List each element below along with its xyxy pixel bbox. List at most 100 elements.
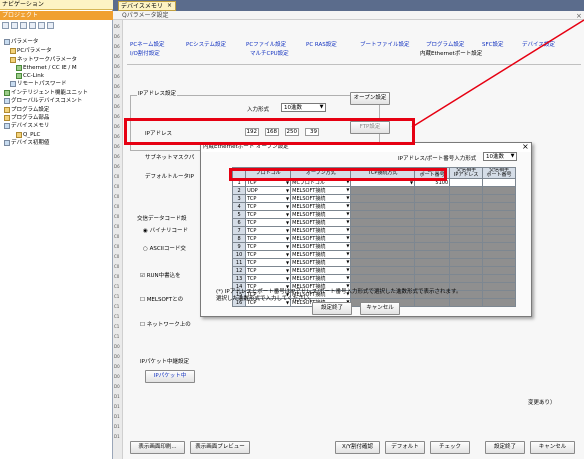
tree-item[interactable]: デバイスメモリ (4, 122, 49, 130)
tab-sfc[interactable]: SFC設定 (482, 40, 504, 48)
tab-device[interactable]: デバイス設定 (522, 40, 555, 48)
tree-item[interactable]: デバイス初期値 (4, 139, 49, 147)
melsoft-checkbox[interactable]: ☐ MELSOFTとの (140, 295, 183, 303)
tcp-method-select[interactable] (350, 242, 416, 251)
preview-button[interactable]: 表示画面プレビュー (190, 441, 250, 454)
local-port-field[interactable] (414, 266, 451, 275)
protocol-select[interactable]: TCP ▼ (245, 202, 292, 211)
tcp-method-select[interactable] (350, 234, 416, 243)
local-port-field[interactable] (414, 242, 451, 251)
tree-item[interactable]: プログラム部品 (4, 114, 49, 122)
tree-item[interactable]: パラメータ (4, 38, 38, 46)
ascii-radio[interactable]: ○ ASCIIコード交 (143, 244, 186, 252)
nav-tool-icon[interactable] (2, 22, 9, 29)
protocol-select[interactable]: TCP ▼ (245, 218, 292, 227)
tree-item[interactable]: リモートパスワード (10, 80, 67, 88)
tab-multi-cpu[interactable]: マルチCPU設定 (250, 49, 289, 57)
tree-item[interactable]: プログラム設定 (4, 106, 49, 114)
open-method-select[interactable]: MELSOFT接続 ▼ (290, 250, 352, 259)
open-method-select[interactable]: MELSOFT接続 ▼ (290, 242, 352, 251)
tree-item[interactable]: Ethernet / CC IE / M (16, 64, 77, 72)
default-button[interactable]: デフォルト (385, 441, 425, 454)
tcp-method-select[interactable] (350, 202, 416, 211)
tcp-method-select[interactable] (350, 266, 416, 275)
xy-check-button[interactable]: X/Y割付確認 (335, 441, 380, 454)
finish-button[interactable]: 設定終了 (485, 441, 525, 454)
tree-item[interactable]: PCパラメータ (10, 47, 52, 55)
open-method-select[interactable]: MELSOFT接続 ▼ (290, 274, 352, 283)
tab-program[interactable]: プログラム設定 (426, 40, 464, 48)
protocol-select[interactable]: TCP ▼ (245, 250, 292, 259)
protocol-select[interactable]: TCP ▼ (245, 210, 292, 219)
protocol-select[interactable]: TCP ▼ (245, 226, 292, 235)
open-method-select[interactable]: MELSOFT接続 ▼ (290, 234, 352, 243)
ip-packet-button[interactable]: IPパケット中 (145, 370, 195, 383)
local-port-field[interactable] (414, 218, 451, 227)
divider (127, 64, 581, 65)
tree-item[interactable]: Q_PLC (16, 131, 40, 139)
local-port-field[interactable] (414, 250, 451, 259)
run-write-checkbox[interactable]: ☑ RUN中書込を (140, 271, 181, 279)
open-method-select[interactable]: MELSOFT接続 ▼ (290, 202, 352, 211)
dialog-close-icon[interactable]: × (522, 142, 529, 152)
local-port-field[interactable] (414, 226, 451, 235)
dialog-input-format-select[interactable]: 10進数 ▼ (483, 152, 517, 161)
protocol-select[interactable]: TCP ▼ (245, 194, 292, 203)
open-method-select[interactable]: MELSOFT接続 ▼ (290, 226, 352, 235)
tree-item[interactable]: インテリジェント機能ユニット (4, 89, 88, 97)
tab-boot-file[interactable]: ブートファイル設定 (360, 40, 410, 48)
tab-pc-file[interactable]: PCファイル設定 (246, 40, 286, 48)
protocol-select[interactable]: TCP ▼ (245, 274, 292, 283)
tcp-method-select[interactable] (350, 186, 416, 195)
window-close-icon[interactable]: × (576, 12, 582, 20)
tab-pc-ras[interactable]: PC RAS設定 (306, 40, 337, 48)
protocol-select[interactable]: TCP ▼ (245, 242, 292, 251)
binary-radio[interactable]: ◉ バイナリコード (143, 226, 188, 234)
tab-pc-system[interactable]: PCシステム設定 (186, 40, 226, 48)
cancel-button[interactable]: キャンセル (530, 441, 575, 454)
nav-tool-icon[interactable] (47, 22, 54, 29)
nav-tool-icon[interactable] (20, 22, 27, 29)
tab-builtin-ethernet[interactable]: 内蔵Ethernetポート設定 (420, 49, 482, 57)
tcp-method-select[interactable] (350, 210, 416, 219)
open-method-select[interactable]: MELSOFT接続 ▼ (290, 266, 352, 275)
tcp-method-select[interactable] (350, 250, 416, 259)
tcp-method-select[interactable] (350, 194, 416, 203)
local-port-field[interactable] (414, 186, 451, 195)
nav-tool-icon[interactable] (29, 22, 36, 29)
open-method-select[interactable]: MELSOFT接続 ▼ (290, 194, 352, 203)
open-method-select[interactable]: MELSOFT接続 ▼ (290, 218, 352, 227)
print-button[interactable]: 表示画面印刷... (130, 441, 185, 454)
nav-tool-icon[interactable] (38, 22, 45, 29)
protocol-select[interactable]: TCP ▼ (245, 258, 292, 267)
tree-item[interactable]: CC-Link (16, 72, 44, 80)
protocol-select[interactable]: TCP ▼ (245, 234, 292, 243)
input-format-select[interactable]: 10進数 ▼ (281, 103, 326, 112)
tcp-method-select[interactable] (350, 218, 416, 227)
local-port-field[interactable] (414, 258, 451, 267)
local-port-field[interactable] (414, 210, 451, 219)
tree-item[interactable]: ネットワークパラメータ (10, 56, 77, 64)
protocol-select[interactable]: TCP ▼ (245, 266, 292, 275)
tcp-method-select[interactable] (350, 226, 416, 235)
open-method-select[interactable]: MELSOFT接続 ▼ (290, 210, 352, 219)
tree-item[interactable]: グローバルデバイスコメント (4, 97, 82, 105)
dialog-cancel-button[interactable]: キャンセル (360, 302, 400, 315)
nav-tool-icon[interactable] (11, 22, 18, 29)
tab-pc-name[interactable]: PCネーム設定 (130, 40, 165, 48)
open-settings-button[interactable]: オープン設定 (350, 92, 390, 105)
protocol-select[interactable]: UDP ▼ (245, 186, 292, 195)
dialog-finish-button[interactable]: 設定終了 (312, 302, 352, 315)
tcp-method-select[interactable] (350, 258, 416, 267)
tcp-method-select[interactable] (350, 274, 416, 283)
local-port-field[interactable] (414, 194, 451, 203)
local-port-field[interactable] (414, 234, 451, 243)
tab-io-assignment[interactable]: I/O割付設定 (130, 49, 160, 57)
tab-close-icon[interactable]: × (167, 1, 172, 11)
check-button[interactable]: チェック (430, 441, 470, 454)
open-method-select[interactable]: MELSOFT接続 ▼ (290, 258, 352, 267)
local-port-field[interactable] (414, 274, 451, 283)
network-checkbox[interactable]: ☐ ネットワーク上の (140, 320, 191, 328)
local-port-field[interactable] (414, 202, 451, 211)
open-method-select[interactable]: MELSOFT接続 ▼ (290, 186, 352, 195)
